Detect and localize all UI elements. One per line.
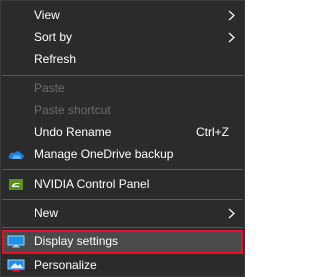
menu-item-personalize-label: Personalize: [34, 258, 97, 272]
menu-item-paste: Paste: [2, 77, 243, 99]
menu-separator: [2, 75, 243, 76]
display-settings-icon: [7, 235, 25, 248]
menu-item-undo-rename-shortcut: Ctrl+Z: [196, 125, 229, 139]
menu-item-paste-label: Paste: [34, 81, 65, 95]
menu-item-new-label: New: [34, 206, 59, 220]
menu-item-nvidia-control-panel-label: NVIDIA Control Panel: [34, 177, 150, 191]
menu-item-view[interactable]: View: [2, 4, 243, 26]
menu-item-sort-by-label: Sort by: [34, 30, 73, 44]
menu-item-view-label: View: [34, 8, 60, 22]
menu-item-manage-onedrive-backup-label: Manage OneDrive backup: [34, 147, 174, 161]
menu-item-paste-shortcut-label: Paste shortcut: [34, 103, 111, 117]
chevron-right-icon: [228, 208, 235, 219]
menu-item-sort-by[interactable]: Sort by: [2, 26, 243, 48]
menu-item-refresh-label: Refresh: [34, 52, 77, 66]
menu-separator: [2, 227, 243, 228]
chevron-right-icon: [228, 32, 235, 43]
personalize-icon: [7, 259, 25, 272]
menu-separator: [2, 169, 243, 170]
menu-item-personalize[interactable]: Personalize: [2, 254, 243, 276]
menu-item-nvidia-control-panel[interactable]: NVIDIA Control Panel: [2, 173, 243, 195]
menu-item-paste-shortcut: Paste shortcut: [2, 99, 243, 121]
chevron-right-icon: [228, 10, 235, 21]
menu-item-undo-rename-label: Undo Rename: [34, 125, 112, 139]
menu-separator: [2, 199, 243, 200]
menu-item-display-settings-label: Display settings: [34, 234, 119, 248]
onedrive-icon: [8, 151, 24, 159]
menu-item-undo-rename[interactable]: Undo Rename Ctrl+Z: [2, 121, 243, 143]
menu-item-refresh[interactable]: Refresh: [2, 48, 243, 70]
menu-item-new[interactable]: New: [2, 202, 243, 224]
desktop-context-menu: View Sort by Refresh Paste Paste shortcu…: [0, 0, 245, 277]
menu-item-manage-onedrive-backup[interactable]: Manage OneDrive backup: [2, 143, 243, 165]
menu-item-display-settings[interactable]: Display settings: [2, 230, 243, 254]
nvidia-icon: [9, 179, 23, 190]
